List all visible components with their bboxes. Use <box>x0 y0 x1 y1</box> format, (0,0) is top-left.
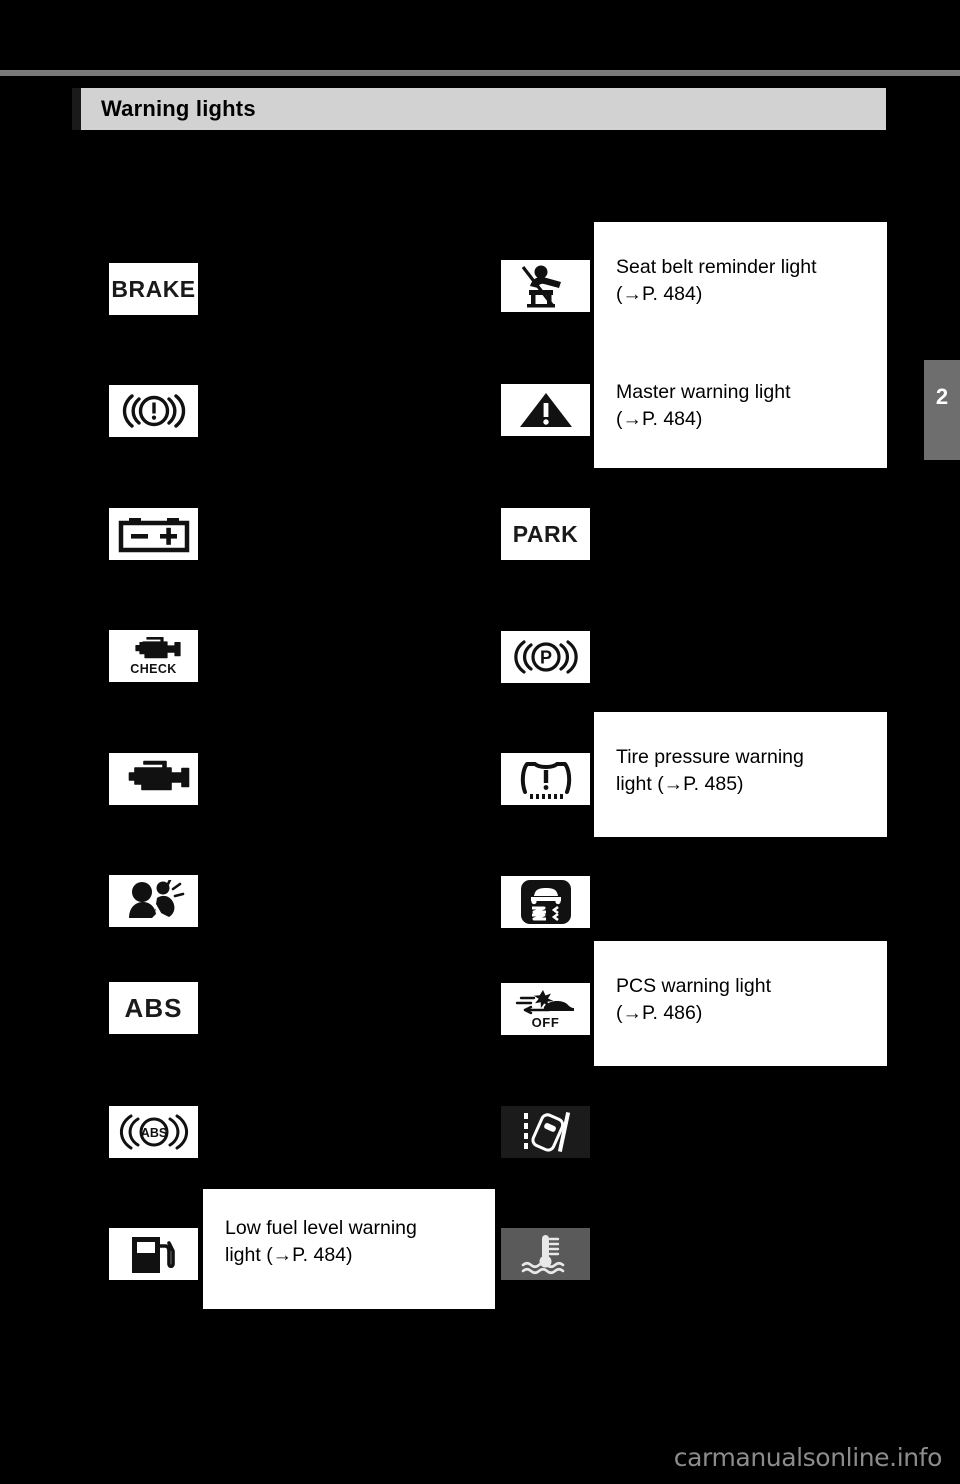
tire-pressure-callout-line1: Tire pressure warning <box>616 746 804 768</box>
pcs-off-warning-icon: OFF <box>500 982 591 1036</box>
abs-circle-warning-icon: ABS <box>108 1105 199 1159</box>
section-header-bar: Warning lights <box>72 88 886 130</box>
pcs-callout-line2: (→P. 486) <box>616 1001 703 1024</box>
engine-check-warning-icon: CHECK <box>108 629 199 683</box>
row-srs-airbag-warning <box>108 874 199 928</box>
row-engine-check-warning: CHECK <box>108 629 199 683</box>
brake-system-circle-warning-icon <box>108 384 199 438</box>
pcs-callout-line1: PCS warning light <box>616 975 771 997</box>
row-low-fuel-warning <box>108 1227 199 1281</box>
callout-tire-pressure: Tire pressure warning light (→P. 485) <box>594 712 887 837</box>
row-master-warning <box>500 383 591 437</box>
row-abs-warning: ABS <box>108 981 199 1035</box>
callout-seatbelt-master: Seat belt reminder light (→P. 484) Maste… <box>594 222 887 468</box>
manual-page: 2 Warning lights BRAKE CHECK ABS ABS PAR… <box>0 0 960 1484</box>
abs-warning-icon: ABS <box>108 981 199 1035</box>
row-tire-pressure-warning <box>500 752 591 806</box>
row-parking-brake-warning: P <box>500 630 591 684</box>
low-fuel-callout-line1: Low fuel level warning <box>225 1217 417 1239</box>
abs-icon-label: ABS <box>124 993 183 1023</box>
low-fuel-callout-line2: light (→P. 484) <box>225 1243 353 1266</box>
row-brake-system-warning: BRAKE <box>108 262 199 316</box>
row-abs-circle-warning: ABS <box>108 1105 199 1159</box>
chapter-tab-number: 2 <box>935 384 949 409</box>
page-title: Warning lights <box>101 96 256 121</box>
park-warning-icon: PARK <box>500 507 591 561</box>
row-malfunction-indicator <box>108 752 199 806</box>
tire-pressure-warning-icon <box>500 752 591 806</box>
low-fuel-level-warning-icon <box>108 1227 199 1281</box>
header-accent-block <box>72 88 81 130</box>
row-seat-belt-reminder <box>500 259 591 313</box>
row-park-warning: PARK <box>500 507 591 561</box>
row-lane-departure-alert <box>500 1105 591 1159</box>
svg-text:ABS: ABS <box>140 1126 166 1140</box>
footer-watermark: carmanualsonline.info <box>673 1443 943 1472</box>
master-warning-icon <box>500 383 591 437</box>
callout-low-fuel: Low fuel level warning light (→P. 484) <box>203 1189 495 1309</box>
brake-system-warning-icon: BRAKE <box>108 262 199 316</box>
master-warning-callout-line1: Master warning light <box>616 381 791 403</box>
master-warning-callout-line2: (→P. 484) <box>616 407 703 430</box>
charging-system-battery-warning-icon <box>108 507 199 561</box>
vsc-skid-warning-icon <box>500 875 591 929</box>
row-vsc-skid-warning <box>500 875 591 929</box>
check-icon-label: CHECK <box>130 661 177 676</box>
svg-text:P: P <box>539 648 551 668</box>
row-brake-circle-warning <box>108 384 199 438</box>
callout-pcs: PCS warning light (→P. 486) <box>594 941 887 1066</box>
top-divider-rule <box>0 70 960 76</box>
seat-belt-callout-line1: Seat belt reminder light <box>616 256 817 278</box>
row-pcs-warning: OFF <box>500 982 591 1036</box>
row-engine-coolant-temperature <box>500 1227 591 1281</box>
tire-pressure-callout-line2: light (→P. 485) <box>616 772 744 795</box>
lane-departure-alert-icon <box>500 1105 591 1159</box>
seat-belt-reminder-icon <box>500 259 591 313</box>
srs-airbag-warning-icon <box>108 874 199 928</box>
chapter-tab: 2 <box>924 360 960 460</box>
malfunction-indicator-engine-icon <box>108 752 199 806</box>
engine-coolant-temperature-icon <box>500 1227 591 1281</box>
brake-icon-label: BRAKE <box>111 275 196 302</box>
pcs-off-label: OFF <box>531 1015 560 1030</box>
row-charging-system-warning <box>108 507 199 561</box>
seat-belt-callout-line2: (→P. 484) <box>616 282 703 305</box>
park-icon-label: PARK <box>512 520 579 547</box>
parking-brake-warning-icon: P <box>500 630 591 684</box>
